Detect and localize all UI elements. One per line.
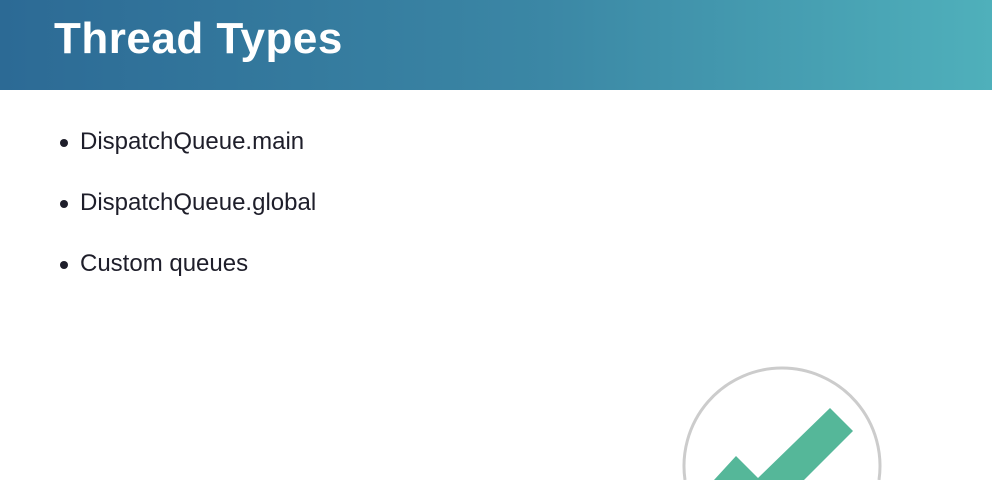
checkmark-icon	[682, 366, 882, 480]
check-mark	[714, 408, 853, 480]
